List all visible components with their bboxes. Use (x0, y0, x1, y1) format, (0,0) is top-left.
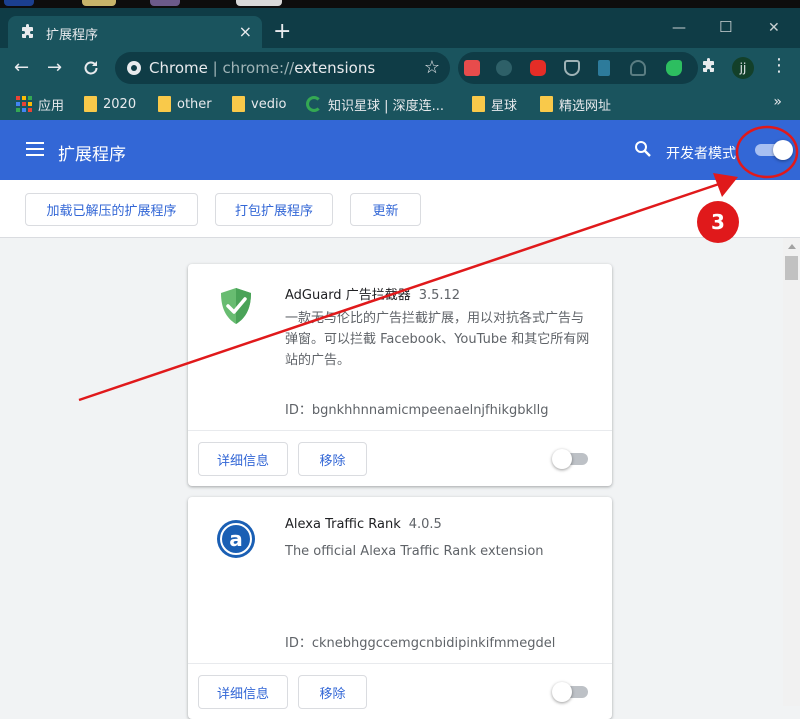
taskbar-blob (236, 0, 282, 6)
folder-icon (472, 96, 485, 112)
scrollbar-thumb[interactable] (785, 256, 798, 280)
chrome-logo-icon (127, 61, 141, 75)
developer-mode-toggle[interactable] (755, 140, 793, 160)
toggle-knob (552, 449, 572, 469)
alexa-a-icon: a (217, 520, 255, 558)
bookmark-label: 星球 (491, 98, 518, 114)
extension-name: Alexa Traffic Rank (285, 517, 401, 532)
maximize-button[interactable]: ☐ (719, 18, 732, 36)
loading-spinner-icon (306, 96, 322, 112)
tab-close-icon[interactable]: × (239, 22, 252, 41)
card-divider (188, 663, 612, 664)
pocket-icon[interactable] (564, 60, 580, 76)
bookmark-folder[interactable]: 精选网址 (540, 95, 612, 114)
action-bar: 加载已解压的扩展程序 打包扩展程序 更新 (0, 180, 800, 238)
extension-version: 3.5.12 (418, 288, 461, 303)
toggle-knob (773, 140, 793, 160)
remove-button[interactable]: 移除 (298, 675, 367, 709)
extension-description: The official Alexa Traffic Rank extensio… (285, 544, 544, 559)
extension-enable-toggle[interactable] (552, 449, 588, 469)
forward-button[interactable]: → (47, 58, 62, 78)
bookmarks-bar: 应用 2020 other vedio 知识星球 | 深度连... 星球 精选网… (0, 88, 800, 120)
page-title: 扩展程序 (58, 145, 126, 165)
menu-icon[interactable]: ⋮ (770, 57, 788, 75)
search-icon[interactable] (634, 140, 652, 158)
scroll-up-arrow-icon[interactable] (788, 244, 796, 249)
developer-mode-label: 开发者模式 (666, 146, 736, 162)
back-button[interactable]: ← (14, 58, 29, 78)
toggle-knob (552, 682, 572, 702)
bookmark-folder[interactable]: 星球 (472, 95, 518, 114)
minimize-button[interactable]: — (672, 20, 686, 36)
update-button[interactable]: 更新 (350, 193, 421, 226)
bookmark-label: 精选网址 (559, 98, 612, 114)
tab-title: 扩展程序 (46, 28, 99, 43)
step-badge: 3 (697, 201, 739, 243)
apps-grid-icon (16, 96, 32, 112)
page-header: 扩展程序 开发者模式 (0, 120, 800, 180)
title-bar: 扩展程序 × + — ☐ ✕ (0, 8, 800, 48)
taskbar-blob (150, 0, 180, 6)
extension-description: 一款无与伦比的广告拦截扩展，用以对抗各式广告与弹窗。可以拦截 Facebook、… (285, 311, 590, 368)
profile-avatar[interactable]: jj (732, 57, 754, 79)
red-gear-icon[interactable] (464, 60, 480, 76)
close-window-button[interactable]: ✕ (768, 20, 780, 36)
folder-icon (232, 96, 245, 112)
bookmark-label: 知识星球 | 深度连... (328, 98, 445, 114)
youtube-icon[interactable] (530, 60, 546, 76)
browser-toolbar: ← → Chrome | chrome://extensions ☆ jj ⋮ (0, 48, 800, 88)
bookmark-label: other (177, 96, 212, 112)
tab-extensions[interactable]: 扩展程序 × (8, 16, 262, 48)
extension-name-line: AdGuard 广告拦截器 3.5.12 (285, 284, 460, 303)
url-text[interactable]: Chrome | chrome://extensions (149, 59, 375, 77)
extension-id: ID：bgnkhhnnamicmpeenaelnjfhikgbkllg (285, 403, 549, 418)
hamburger-menu-icon[interactable] (26, 142, 44, 156)
remove-button[interactable]: 移除 (298, 442, 367, 476)
bookmark-folder[interactable]: vedio (232, 95, 287, 113)
reload-icon[interactable] (82, 59, 100, 77)
folder-icon (158, 96, 171, 112)
extension-card-alexa: a Alexa Traffic Rank 4.0.5 The official A… (188, 497, 612, 719)
pack-extension-button[interactable]: 打包扩展程序 (215, 193, 333, 226)
details-button[interactable]: 详细信息 (198, 442, 288, 476)
folder-icon (540, 96, 553, 112)
bookmark-folder[interactable]: other (158, 95, 212, 113)
document-icon[interactable] (598, 60, 610, 76)
folder-icon (84, 96, 97, 112)
extension-card-adguard: AdGuard 广告拦截器 3.5.12 一款无与伦比的广告拦截扩展，用以对抗各式… (188, 264, 612, 486)
new-tab-button[interactable]: + (273, 21, 291, 43)
bookmarks-overflow-button[interactable]: » (773, 94, 782, 110)
address-bar[interactable]: Chrome | chrome://extensions ☆ (115, 52, 450, 84)
desktop-strip (0, 0, 800, 8)
extension-name: AdGuard 广告拦截器 (285, 288, 411, 303)
extension-name-line: Alexa Traffic Rank 4.0.5 (285, 517, 442, 532)
load-unpacked-button[interactable]: 加载已解压的扩展程序 (25, 193, 198, 226)
bookmark-label: 2020 (103, 96, 137, 112)
extension-id: ID：cknebhggccemgcnbidipinkifmmegdel (285, 636, 556, 651)
bookmark-link[interactable]: 知识星球 | 深度连... (306, 95, 445, 114)
card-divider (188, 430, 612, 431)
extension-icons-group (458, 52, 698, 84)
extension-enable-toggle[interactable] (552, 682, 588, 702)
shield-check-icon (221, 288, 251, 324)
details-button[interactable]: 详细信息 (198, 675, 288, 709)
lightbulb-icon[interactable] (630, 60, 646, 76)
taskbar-blob (4, 0, 34, 6)
bookmark-label: 应用 (38, 98, 65, 114)
bookmark-label: vedio (251, 96, 287, 112)
svg-text:a: a (229, 527, 243, 551)
bookmark-star-icon[interactable]: ☆ (424, 57, 440, 78)
bookmark-folder[interactable]: 2020 (84, 95, 136, 113)
taskbar-blob (82, 0, 116, 6)
scrollbar[interactable] (783, 238, 800, 706)
puzzle-icon (22, 24, 33, 38)
extensions-puzzle-icon[interactable] (701, 58, 717, 74)
bookmark-apps[interactable]: 应用 (16, 95, 65, 114)
radiation-icon[interactable] (496, 60, 512, 76)
extension-version: 4.0.5 (408, 517, 442, 532)
evernote-icon[interactable] (666, 60, 682, 76)
